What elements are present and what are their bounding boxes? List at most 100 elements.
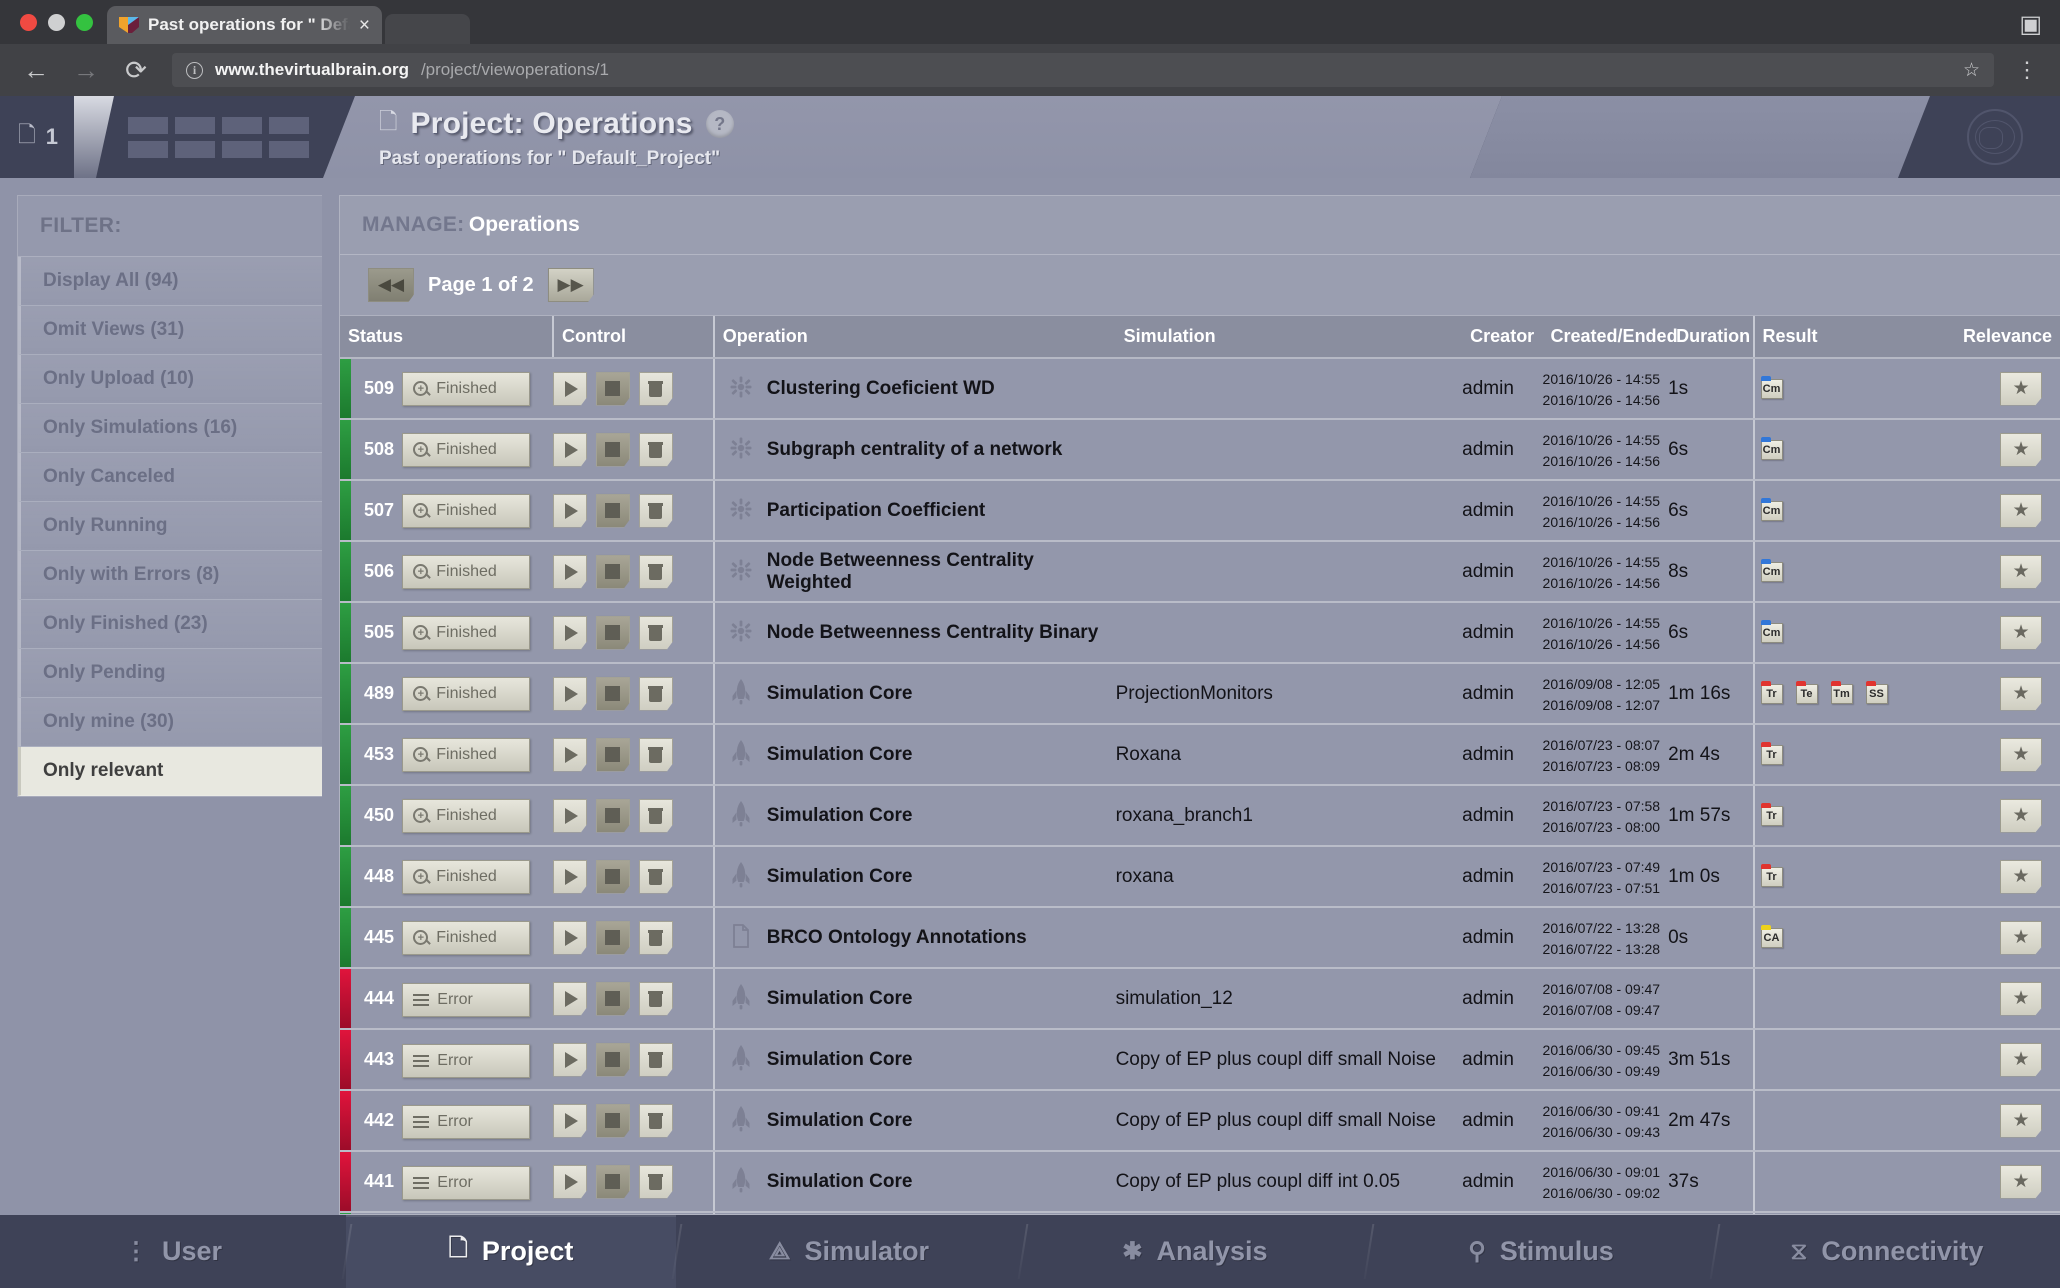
back-icon[interactable]: ← bbox=[22, 57, 50, 83]
close-window-button[interactable] bbox=[20, 14, 37, 31]
relevance-star-button[interactable]: ★ bbox=[2000, 798, 2042, 833]
play-icon[interactable] bbox=[552, 371, 587, 406]
result-badge[interactable]: Tr bbox=[1760, 741, 1783, 765]
trash-icon[interactable] bbox=[638, 920, 673, 955]
close-icon[interactable]: × bbox=[359, 16, 370, 35]
minimize-window-button[interactable] bbox=[48, 14, 65, 31]
table-row[interactable]: 442 Error Simulation Core Copy of EP plus c… bbox=[340, 1090, 2060, 1152]
nav-item-user[interactable]: ⋮ User bbox=[0, 1215, 346, 1288]
previous-page-button[interactable]: ◀◀ bbox=[368, 268, 414, 302]
status-button[interactable]: Error bbox=[402, 1044, 531, 1078]
browser-tab[interactable]: Past operations for " Default_P × bbox=[107, 6, 382, 44]
play-icon[interactable] bbox=[552, 1042, 587, 1077]
result-badge[interactable]: SS bbox=[1865, 680, 1888, 704]
window-layout-icon[interactable]: ▣ bbox=[2019, 10, 2042, 39]
table-row[interactable]: 506 + Finished Node Betweenness Centrality … bbox=[340, 541, 2060, 603]
table-row[interactable]: 444 Error Simulation Core simulation_12 admi… bbox=[340, 968, 2060, 1030]
column-header[interactable]: Simulation bbox=[1115, 316, 1463, 359]
relevance-star-button[interactable]: ★ bbox=[2000, 615, 2042, 650]
filter-item[interactable]: Only Finished (23) bbox=[18, 600, 322, 649]
trash-icon[interactable] bbox=[638, 859, 673, 894]
next-page-button[interactable]: ▶▶ bbox=[547, 268, 594, 302]
trash-icon[interactable] bbox=[638, 1103, 673, 1138]
column-header[interactable]: Result bbox=[1752, 316, 1950, 359]
play-icon[interactable] bbox=[552, 554, 587, 589]
table-row[interactable]: 450 + Finished Simulation Core roxana_branch… bbox=[340, 785, 2060, 847]
result-badge[interactable]: CA bbox=[1760, 924, 1783, 948]
status-button[interactable]: + Finished bbox=[402, 493, 531, 528]
forward-icon[interactable]: → bbox=[72, 57, 100, 83]
trash-icon[interactable] bbox=[638, 371, 673, 406]
trash-icon[interactable] bbox=[638, 981, 673, 1016]
stop-icon[interactable] bbox=[595, 371, 630, 406]
relevance-star-button[interactable]: ★ bbox=[2000, 859, 2042, 894]
table-row[interactable]: 489 + Finished Simulation Core ProjectionMon… bbox=[340, 663, 2060, 725]
table-row[interactable]: 445 + Finished BRCO Ontology Annotations adm… bbox=[340, 907, 2060, 969]
stop-icon[interactable] bbox=[595, 981, 630, 1016]
relevance-star-button[interactable]: ★ bbox=[2000, 432, 2042, 467]
table-row[interactable]: 453 + Finished Simulation Core Roxana admin 20… bbox=[340, 724, 2060, 786]
column-header[interactable]: Relevance bbox=[1949, 316, 2060, 359]
nav-item-analysis[interactable]: ✱ Analysis bbox=[1022, 1215, 1368, 1288]
play-icon[interactable] bbox=[552, 920, 587, 955]
play-icon[interactable] bbox=[552, 676, 587, 711]
new-tab-button[interactable] bbox=[385, 14, 470, 44]
status-button[interactable]: + Finished bbox=[402, 554, 531, 589]
result-badge[interactable]: Te bbox=[1795, 680, 1818, 704]
play-icon[interactable] bbox=[552, 1103, 587, 1138]
column-header[interactable]: Created/Ended bbox=[1542, 316, 1678, 359]
stop-icon[interactable] bbox=[595, 493, 630, 528]
play-icon[interactable] bbox=[552, 798, 587, 833]
result-badge[interactable]: Cm bbox=[1760, 497, 1783, 521]
status-button[interactable]: + Finished bbox=[402, 676, 531, 711]
nav-item-project[interactable]: 🗋 Project bbox=[346, 1215, 676, 1288]
relevance-star-button[interactable]: ★ bbox=[2000, 1042, 2042, 1077]
stop-icon[interactable] bbox=[595, 920, 630, 955]
trash-icon[interactable] bbox=[638, 676, 673, 711]
relevance-star-button[interactable]: ★ bbox=[2000, 737, 2042, 772]
trash-icon[interactable] bbox=[638, 493, 673, 528]
status-button[interactable]: Error bbox=[402, 1166, 531, 1200]
help-icon[interactable]: ? bbox=[706, 110, 734, 138]
status-button[interactable]: + Finished bbox=[402, 798, 531, 833]
column-header[interactable]: Creator bbox=[1462, 316, 1543, 359]
filter-item[interactable]: Only Running bbox=[18, 502, 322, 551]
site-info-icon[interactable]: i bbox=[186, 61, 203, 79]
bookmark-star-icon[interactable]: ☆ bbox=[1963, 59, 1980, 82]
table-row[interactable]: 508 + Finished Subgraph centrality of a net… bbox=[340, 419, 2060, 481]
stop-icon[interactable] bbox=[595, 554, 630, 589]
table-row[interactable]: 505 + Finished Node Betweenness Centrality … bbox=[340, 602, 2060, 664]
status-button[interactable]: + Finished bbox=[402, 920, 531, 955]
relevance-star-button[interactable]: ★ bbox=[2000, 493, 2042, 528]
status-button[interactable]: Error bbox=[402, 1105, 531, 1139]
play-icon[interactable] bbox=[552, 737, 587, 772]
operations-table-container[interactable]: Status Control Operation Simulation Creator C… bbox=[340, 316, 2060, 1214]
filter-item[interactable]: Only mine (30) bbox=[18, 698, 322, 747]
reload-icon[interactable]: ⟳ bbox=[122, 57, 150, 83]
result-badge[interactable]: Cm bbox=[1760, 375, 1783, 399]
table-row[interactable]: 509 + Finished Clustering Coeficient WD admi… bbox=[340, 358, 2060, 420]
status-button[interactable]: + Finished bbox=[402, 432, 531, 467]
relevance-star-button[interactable]: ★ bbox=[2000, 1164, 2042, 1199]
chrome-menu-icon[interactable]: ⋮ bbox=[2016, 59, 2038, 81]
stop-icon[interactable] bbox=[595, 1164, 630, 1199]
trash-icon[interactable] bbox=[638, 737, 673, 772]
stop-icon[interactable] bbox=[595, 1042, 630, 1077]
play-icon[interactable] bbox=[552, 493, 587, 528]
relevance-star-button[interactable]: ★ bbox=[2000, 981, 2042, 1016]
window-traffic-lights[interactable] bbox=[12, 14, 107, 44]
column-header[interactable]: Control bbox=[551, 316, 714, 359]
stop-icon[interactable] bbox=[595, 615, 630, 650]
result-badge[interactable]: Cm bbox=[1760, 558, 1783, 582]
relevance-star-button[interactable]: ★ bbox=[2000, 554, 2042, 589]
filter-item[interactable]: Only Pending bbox=[18, 649, 322, 698]
trash-icon[interactable] bbox=[638, 615, 673, 650]
nav-item-stimulus[interactable]: ⚲ Stimulus bbox=[1368, 1215, 1714, 1288]
result-badge[interactable]: Tr bbox=[1760, 802, 1783, 826]
table-row[interactable]: 440+Finished Simulation CoreCopy of EP pl… bbox=[340, 1212, 2060, 1214]
maximize-window-button[interactable] bbox=[76, 14, 93, 31]
stop-icon[interactable] bbox=[595, 1103, 630, 1138]
status-button[interactable]: + Finished bbox=[402, 615, 531, 650]
status-button[interactable]: + Finished bbox=[402, 371, 531, 406]
trash-icon[interactable] bbox=[638, 1164, 673, 1199]
